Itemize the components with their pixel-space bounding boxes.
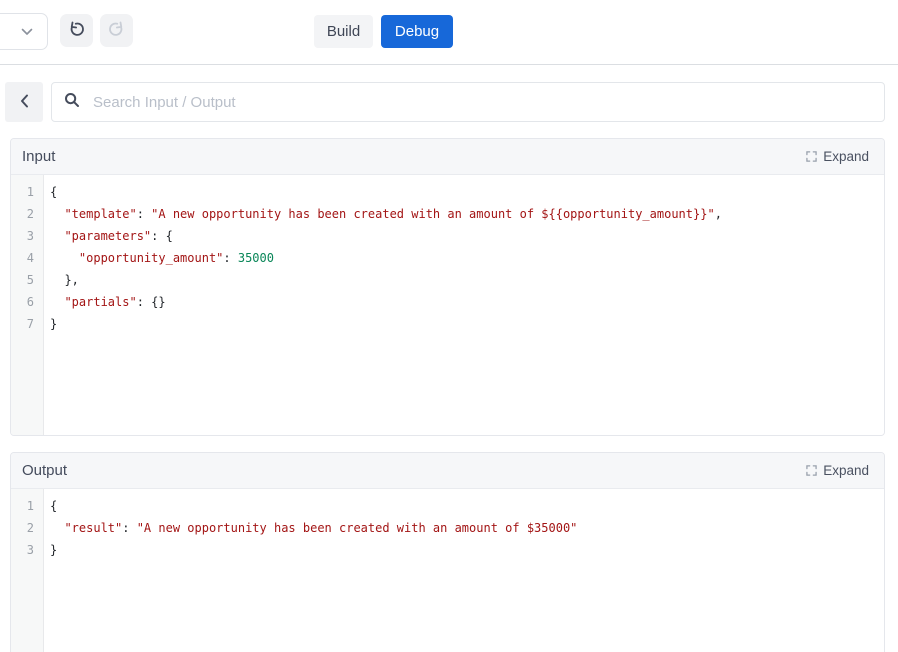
panel-title: Input	[22, 148, 55, 165]
code-token: }	[50, 543, 57, 557]
code-token: {	[50, 185, 57, 199]
output-code-editor: 123 { "result": "A new opportunity has b…	[11, 489, 884, 652]
code-token: "partials"	[64, 295, 136, 309]
search-icon	[64, 92, 80, 113]
line-gutter: 1234567	[11, 175, 44, 435]
code-line[interactable]: "parameters": {	[50, 225, 884, 247]
line-number: 5	[11, 269, 43, 291]
expand-input-button[interactable]: Expand	[806, 149, 869, 164]
code-area[interactable]: { "template": "A new opportunity has bee…	[44, 175, 884, 435]
search-box[interactable]	[51, 82, 885, 122]
code-token: :	[223, 251, 237, 265]
code-token: "A new opportunity has been created with…	[151, 207, 715, 221]
line-number: 7	[11, 313, 43, 335]
code-token: :	[122, 521, 136, 535]
code-area[interactable]: { "result": "A new opportunity has been …	[44, 489, 884, 652]
code-line[interactable]: "opportunity_amount": 35000	[50, 247, 884, 269]
code-token: "result"	[64, 521, 122, 535]
undo-button[interactable]	[60, 14, 93, 47]
code-line[interactable]: "partials": {}	[50, 291, 884, 313]
expand-label: Expand	[823, 149, 869, 164]
code-token: ,	[715, 207, 722, 221]
code-token: "A new opportunity has been created with…	[137, 521, 578, 535]
panel-title: Output	[22, 462, 67, 479]
back-button[interactable]	[5, 82, 43, 122]
line-number: 1	[11, 495, 43, 517]
code-line[interactable]: "template": "A new opportunity has been …	[50, 203, 884, 225]
code-line[interactable]: {	[50, 181, 884, 203]
chevron-left-icon	[20, 94, 29, 111]
line-number: 2	[11, 203, 43, 225]
search-row	[5, 82, 885, 122]
code-token	[50, 295, 64, 309]
line-number: 6	[11, 291, 43, 313]
toolbar: Build Debug	[0, 0, 898, 65]
code-token: "parameters"	[64, 229, 151, 243]
code-token	[50, 229, 64, 243]
line-number: 4	[11, 247, 43, 269]
redo-icon	[107, 20, 126, 42]
line-gutter: 123	[11, 489, 44, 652]
build-button[interactable]: Build	[314, 15, 373, 48]
output-panel: Output Expand 123 { "result": "A new opp…	[10, 452, 885, 652]
expand-label: Expand	[823, 463, 869, 478]
output-panel-header: Output Expand	[11, 453, 884, 489]
code-token: :	[137, 207, 151, 221]
line-number: 3	[11, 539, 43, 561]
line-number: 3	[11, 225, 43, 247]
code-token: "template"	[64, 207, 136, 221]
code-token	[50, 521, 64, 535]
code-token	[50, 207, 64, 221]
code-line[interactable]: },	[50, 269, 884, 291]
chevron-down-icon	[21, 23, 33, 41]
expand-output-button[interactable]: Expand	[806, 463, 869, 478]
code-token: },	[50, 273, 79, 287]
code-token: {	[50, 499, 57, 513]
code-line[interactable]: "result": "A new opportunity has been cr…	[50, 517, 884, 539]
search-input[interactable]	[91, 93, 872, 112]
expand-corners-icon	[806, 465, 817, 476]
version-dropdown[interactable]	[0, 13, 48, 50]
line-number: 1	[11, 181, 43, 203]
expand-corners-icon	[806, 151, 817, 162]
code-token	[50, 251, 79, 265]
code-token: : {	[151, 229, 173, 243]
code-line[interactable]: {	[50, 495, 884, 517]
input-panel-header: Input Expand	[11, 139, 884, 175]
debug-button[interactable]: Debug	[381, 15, 453, 48]
code-token: "opportunity_amount"	[79, 251, 224, 265]
input-code-editor: 1234567 { "template": "A new opportunity…	[11, 175, 884, 435]
code-token: : {}	[137, 295, 166, 309]
line-number: 2	[11, 517, 43, 539]
undo-icon	[67, 20, 86, 42]
code-token: }	[50, 317, 57, 331]
code-line[interactable]: }	[50, 313, 884, 335]
input-panel: Input Expand 1234567 { "template": "A ne…	[10, 138, 885, 436]
code-line[interactable]: }	[50, 539, 884, 561]
redo-button[interactable]	[100, 14, 133, 47]
code-token: 35000	[238, 251, 274, 265]
